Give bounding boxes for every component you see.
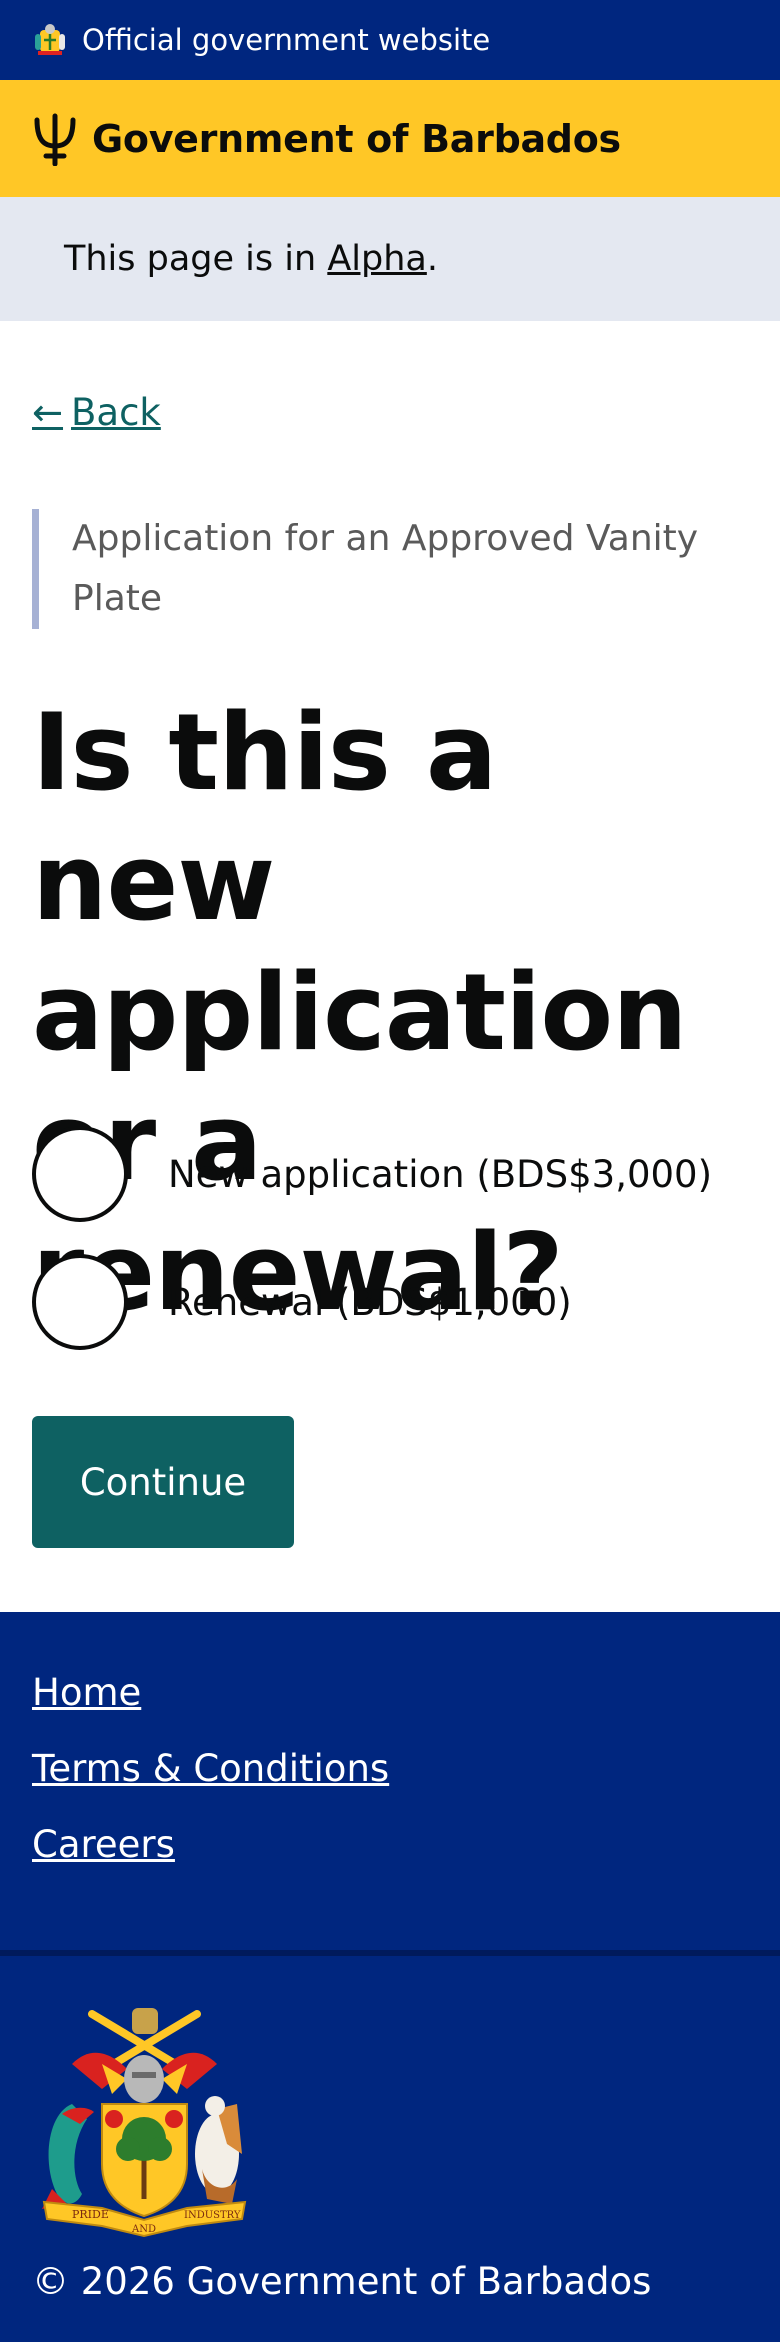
official-banner-text: Official government website [82,23,491,57]
back-link[interactable]: ← Back [32,391,161,434]
footer-link-careers[interactable]: Careers [32,1824,389,1865]
official-banner: Official government website [0,0,780,80]
phase-banner: This page is in Alpha. [0,197,780,321]
form-caption: Application for an Approved Vanity Plate [32,509,748,629]
radio-label-new-application[interactable]: New application (BDS$3,000) [168,1153,712,1196]
footer-links: Home Terms & Conditions Careers [32,1672,389,1900]
continue-button[interactable]: Continue [32,1416,294,1548]
footer-link-home[interactable]: Home [32,1672,389,1713]
coat-of-arms-icon [35,24,65,55]
motto-word-industry: INDUSTRY [184,2210,241,2221]
alpha-link[interactable]: Alpha [327,239,427,279]
back-link-label: Back [71,391,161,434]
coat-of-arms-icon: PRIDE AND INDUSTRY [42,2008,247,2238]
trident-icon [34,113,76,166]
phase-banner-suffix: . [426,239,438,279]
radio-button-renewal[interactable] [32,1254,128,1350]
radio-button-new-application[interactable] [32,1126,128,1222]
phase-banner-prefix: This page is in [64,239,328,279]
motto-word-and: AND [131,2224,156,2235]
arrow-left-icon: ← [32,391,64,434]
radio-option-renewal[interactable]: Renewal (BDS$1,000) [32,1254,572,1350]
copyright-text: © 2026 Government of Barbados [32,2260,652,2303]
radio-label-renewal[interactable]: Renewal (BDS$1,000) [168,1281,572,1324]
page-title: Is this a new application or a renewal? [32,691,688,1334]
radio-option-new-application[interactable]: New application (BDS$3,000) [32,1126,712,1222]
motto-word-pride: PRIDE [72,2208,109,2221]
site-title[interactable]: Government of Barbados [92,117,621,161]
footer-divider [0,1950,780,1956]
main-content: ← Back Application for an Approved Vanit… [0,321,780,1612]
site-footer: Home Terms & Conditions Careers PRIDE AN… [0,1612,780,2342]
site-header: Government of Barbados [0,80,780,197]
footer-link-terms[interactable]: Terms & Conditions [32,1748,389,1789]
